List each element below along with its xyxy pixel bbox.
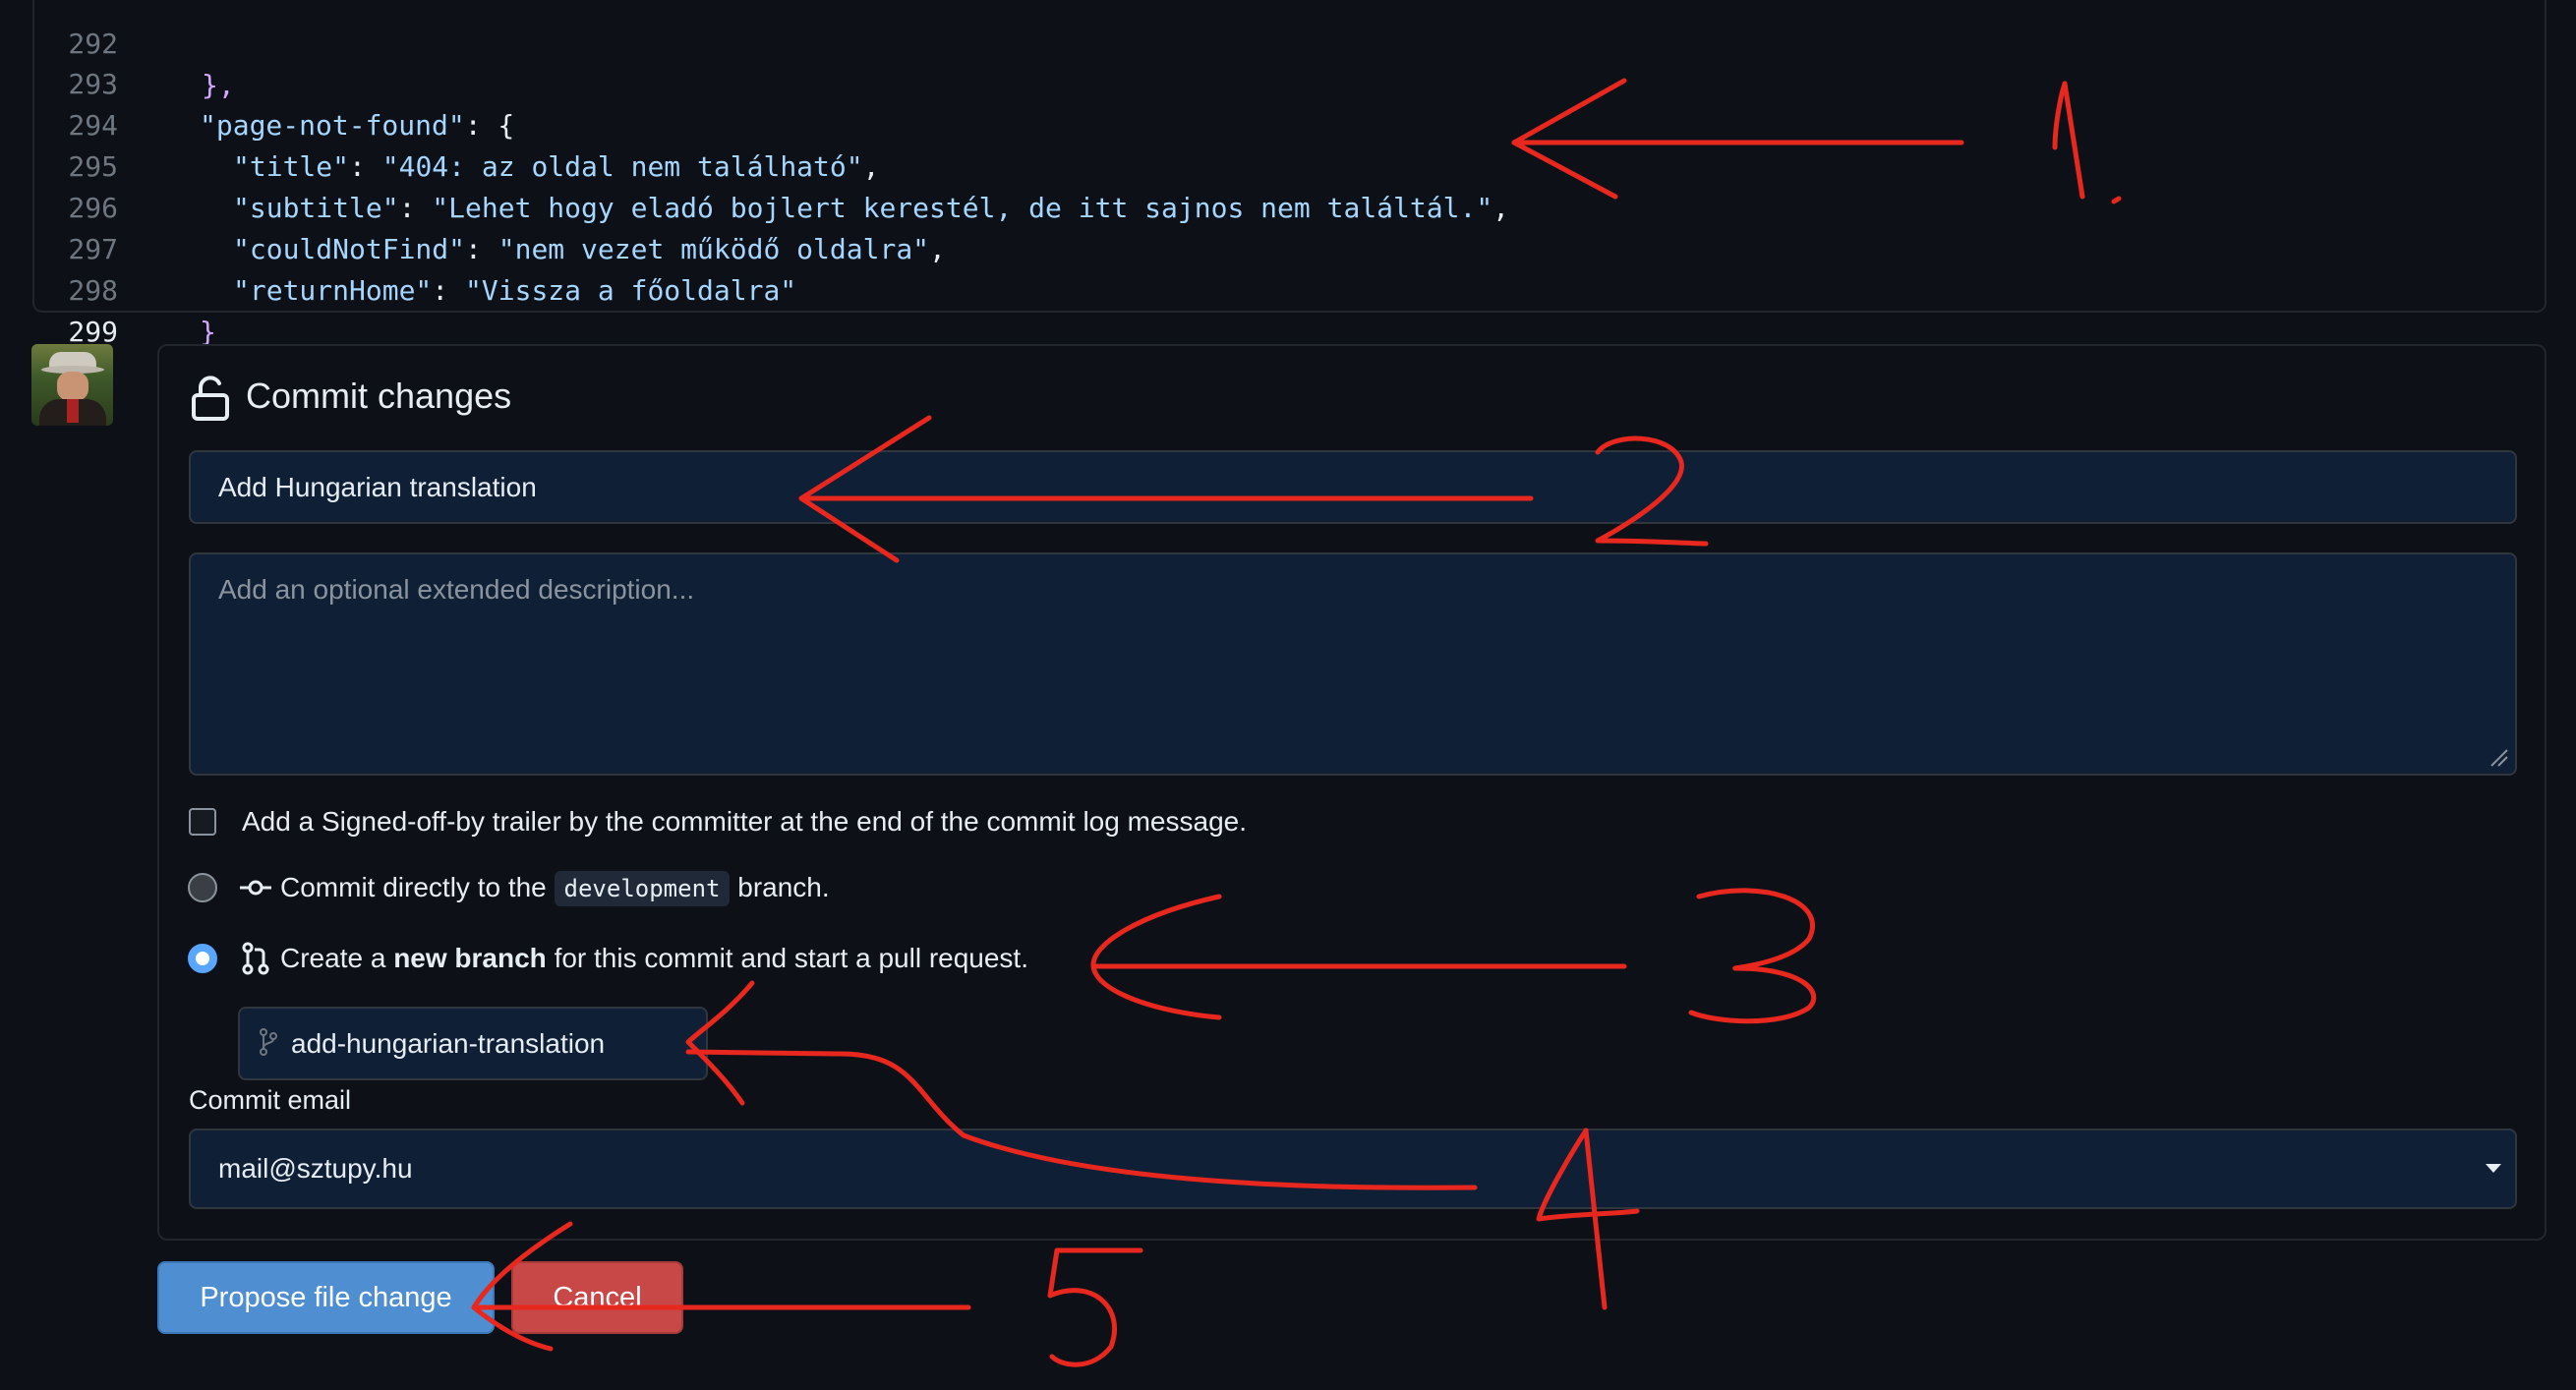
code-sep: : <box>349 150 382 183</box>
code-line: 293 "page-not-found": { <box>34 23 514 142</box>
branch-icon <box>260 1028 277 1056</box>
commit-directly-label: Commit directly to the development branc… <box>280 871 830 906</box>
pull-request-icon <box>242 942 269 975</box>
new-branch-radio[interactable] <box>188 944 217 973</box>
avatar[interactable] <box>31 344 113 426</box>
description-placeholder: Add an optional extended description... <box>218 574 695 605</box>
code-line: 296 "couldNotFind": "nem vezet működő ol… <box>34 146 945 265</box>
commit-email-value: mail@sztupy.hu <box>218 1153 413 1184</box>
signoff-label: Add a Signed-off-by trailer by the commi… <box>242 806 1247 837</box>
code-value: "Vissza a főoldalra" <box>465 274 797 307</box>
new-branch-bold: new branch <box>393 943 547 973</box>
code-sep: : <box>398 192 433 224</box>
code-line: 298 } <box>34 229 215 348</box>
new-branch-label: Create a new branch for this commit and … <box>280 943 1028 974</box>
commit-icon <box>240 880 271 896</box>
commit-directly-suffix: branch. <box>737 872 830 902</box>
new-branch-name-input[interactable]: add-hungarian-translation <box>238 1007 708 1080</box>
extended-description-textarea[interactable]: Add an optional extended description... <box>189 552 2517 776</box>
commit-email-select[interactable]: mail@sztupy.hu <box>189 1129 2517 1209</box>
chevron-down-icon <box>2486 1164 2501 1173</box>
code-line: 297 "returnHome": "Vissza a főoldalra" <box>34 188 796 307</box>
code-key: "page-not-found" <box>200 109 465 142</box>
commit-email-label: Commit email <box>189 1085 352 1115</box>
new-branch-prefix: Create a <box>280 943 386 973</box>
code-text: }, <box>202 69 235 101</box>
commit-directly-prefix: Commit directly to the <box>280 872 547 902</box>
code-value: "Lehet hogy eladó bojlert kerestél, de i… <box>432 192 1493 224</box>
code-value: "nem vezet működő oldalra" <box>498 233 930 265</box>
code-line: 295 "subtitle": "Lehet hogy eladó bojler… <box>34 105 1509 224</box>
new-branch-value: add-hungarian-translation <box>291 1028 606 1059</box>
cancel-button[interactable]: Cancel <box>511 1261 683 1334</box>
code-key: "title" <box>233 150 350 183</box>
code-sep: : <box>432 274 466 307</box>
signoff-checkbox[interactable] <box>189 808 216 836</box>
unlock-icon <box>192 376 229 421</box>
code-sep: , <box>1493 192 1510 224</box>
branch-name-chip: development <box>554 871 731 906</box>
code-key: "couldNotFind" <box>233 233 466 265</box>
code-sep: , <box>929 233 946 265</box>
resize-handle-icon[interactable] <box>2488 746 2509 768</box>
code-value: "404: az oldal nem található" <box>381 150 863 183</box>
code-line: 299 } <box>34 270 183 389</box>
code-sep: , <box>862 150 880 183</box>
propose-file-change-button[interactable]: Propose file change <box>157 1261 495 1334</box>
code-key: "subtitle" <box>233 192 399 224</box>
code-line: 292 }, <box>34 0 234 101</box>
code-line: 294 "title": "404: az oldal nem találhat… <box>34 64 879 183</box>
code-key: "returnHome" <box>233 274 433 307</box>
commit-title: Commit changes <box>246 376 512 416</box>
commit-message-input[interactable]: Add Hungarian translation <box>189 450 2517 524</box>
code-text: : { <box>464 109 515 142</box>
code-editor-panel: 292 }, 293 "page-not-found": { 294 "titl… <box>32 0 2547 389</box>
new-branch-suffix: for this commit and start a pull request… <box>554 943 1028 973</box>
commit-directly-radio[interactable] <box>188 873 217 902</box>
code-sep: : <box>465 233 498 265</box>
